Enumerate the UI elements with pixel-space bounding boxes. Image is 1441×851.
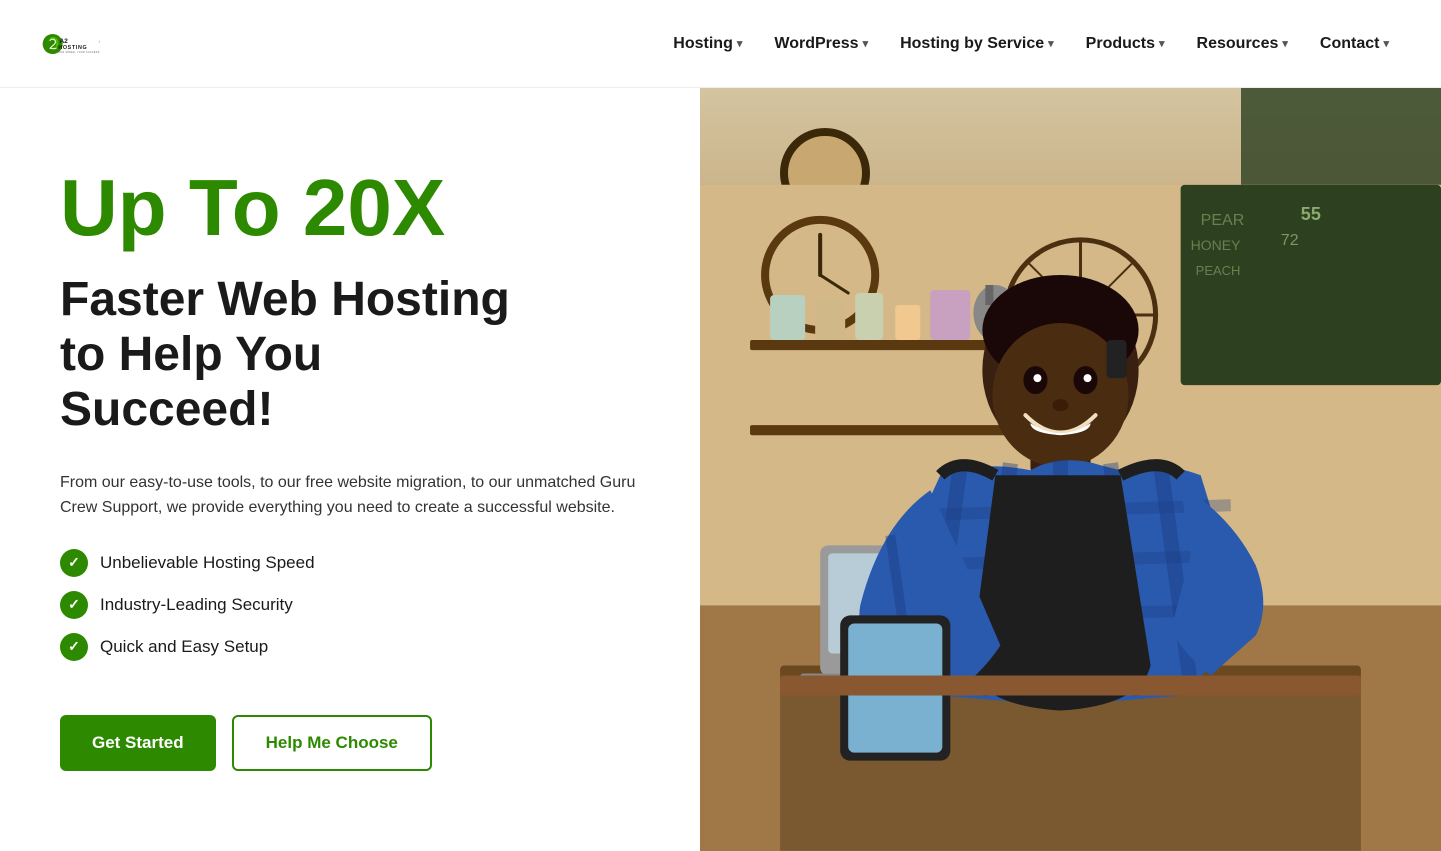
nav-hosting-service-label: Hosting by Service xyxy=(900,35,1044,53)
feature-label-security: Industry-Leading Security xyxy=(100,595,293,615)
nav-products-label: Products xyxy=(1086,35,1155,53)
logo[interactable]: A2 HOSTING OUR SPEED, YOUR SUCCESS ® xyxy=(40,14,100,74)
hero-section: Up To 20X Faster Web Hosting to Help You… xyxy=(0,88,1441,851)
hero-tagline: Up To 20X xyxy=(60,168,640,248)
nav-menu: Hosting ▾ WordPress ▾ Hosting by Service… xyxy=(661,27,1401,61)
hero-description: From our easy-to-use tools, to our free … xyxy=(60,470,640,521)
feature-item-speed: Unbelievable Hosting Speed xyxy=(60,549,640,577)
chevron-down-icon: ▾ xyxy=(1159,37,1165,50)
check-icon-speed xyxy=(60,549,88,577)
get-started-button[interactable]: Get Started xyxy=(60,715,216,771)
feature-item-setup: Quick and Easy Setup xyxy=(60,633,640,661)
svg-text:PEACH: PEACH xyxy=(1196,263,1241,278)
check-icon-setup xyxy=(60,633,88,661)
nav-item-contact[interactable]: Contact ▾ xyxy=(1308,27,1401,61)
navbar: A2 HOSTING OUR SPEED, YOUR SUCCESS ® Hos… xyxy=(0,0,1441,88)
nav-wordpress-label: WordPress xyxy=(774,35,858,53)
chevron-down-icon: ▾ xyxy=(1048,37,1054,50)
svg-text:®: ® xyxy=(98,40,100,44)
feature-label-speed: Unbelievable Hosting Speed xyxy=(100,553,315,573)
check-icon-security xyxy=(60,591,88,619)
nav-item-products[interactable]: Products ▾ xyxy=(1074,27,1177,61)
hero-photo: PEAR HONEY PEACH 55 72 xyxy=(700,88,1441,851)
hero-subtitle: Faster Web Hosting to Help You Succeed! xyxy=(60,272,640,438)
svg-text:OUR SPEED, YOUR SUCCESS: OUR SPEED, YOUR SUCCESS xyxy=(58,52,99,54)
help-me-choose-button[interactable]: Help Me Choose xyxy=(232,715,432,771)
chevron-down-icon: ▾ xyxy=(737,37,743,50)
svg-text:HOSTING: HOSTING xyxy=(58,45,87,51)
feature-item-security: Industry-Leading Security xyxy=(60,591,640,619)
svg-text:PEAR: PEAR xyxy=(1201,211,1245,229)
chevron-down-icon: ▾ xyxy=(863,37,869,50)
feature-label-setup: Quick and Easy Setup xyxy=(100,637,268,657)
nav-contact-label: Contact xyxy=(1320,35,1380,53)
nav-resources-label: Resources xyxy=(1197,35,1279,53)
nav-item-hosting[interactable]: Hosting ▾ xyxy=(661,27,754,61)
svg-text:A2: A2 xyxy=(59,38,68,45)
features-list: Unbelievable Hosting Speed Industry-Lead… xyxy=(60,549,640,675)
nav-item-wordpress[interactable]: WordPress ▾ xyxy=(762,27,880,61)
nav-item-hosting-by-service[interactable]: Hosting by Service ▾ xyxy=(888,27,1066,61)
hero-person-illustration: PEAR HONEY PEACH 55 72 xyxy=(700,88,1441,851)
chevron-down-icon: ▾ xyxy=(1383,37,1389,50)
svg-text:72: 72 xyxy=(1281,231,1299,249)
hero-cta-group: Get Started Help Me Choose xyxy=(60,715,640,771)
hero-image: PEAR HONEY PEACH 55 72 xyxy=(700,88,1441,851)
svg-text:55: 55 xyxy=(1301,204,1321,224)
nav-item-resources[interactable]: Resources ▾ xyxy=(1185,27,1300,61)
chevron-down-icon: ▾ xyxy=(1282,37,1288,50)
hero-content: Up To 20X Faster Web Hosting to Help You… xyxy=(0,88,700,851)
nav-hosting-label: Hosting xyxy=(673,35,733,53)
logo-icon: A2 HOSTING OUR SPEED, YOUR SUCCESS ® xyxy=(40,14,100,74)
svg-text:HONEY: HONEY xyxy=(1191,237,1241,253)
